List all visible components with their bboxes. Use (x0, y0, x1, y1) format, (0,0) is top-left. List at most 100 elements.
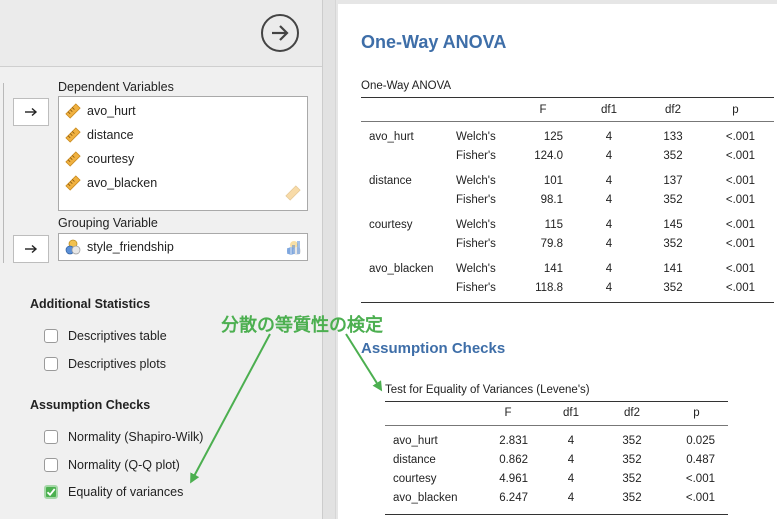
cell-test: Fisher's (456, 194, 496, 206)
cell-df1: 4 (567, 454, 575, 466)
descriptives-table-checkbox[interactable] (44, 329, 58, 343)
move-to-dependent-button[interactable] (13, 98, 49, 126)
column-header-df2: df2 (624, 407, 640, 419)
cell-p: <.001 (725, 263, 755, 275)
additional-statistics-heading: Additional Statistics (30, 297, 151, 311)
cell-p: <.001 (725, 238, 755, 250)
option-label: Normality (Shapiro-Wilk) (68, 430, 204, 444)
table-rule (361, 121, 774, 122)
cell-df2: 137 (663, 175, 683, 187)
column-header-p: p (732, 104, 739, 116)
grouping-variable-label: Grouping Variable (58, 216, 158, 230)
cell-test: Welch's (456, 263, 496, 275)
cell-df1: 4 (605, 238, 613, 250)
dependent-variable-item[interactable]: courtesy (65, 149, 134, 169)
cell-test: Fisher's (456, 282, 496, 294)
column-header-df1: df1 (563, 407, 579, 419)
run-analysis-button[interactable] (261, 14, 299, 52)
normality-shapiro-option[interactable]: Normality (Shapiro-Wilk) (44, 428, 203, 446)
dependent-variable-item[interactable]: avo_hurt (65, 101, 136, 121)
bar-chart-icon (286, 240, 302, 259)
option-label: Descriptives table (68, 329, 167, 343)
cell-df2: 141 (663, 263, 683, 275)
cell-df2: 352 (663, 282, 683, 294)
cell-df2: 352 (622, 454, 642, 466)
cell-test: Welch's (456, 175, 496, 187)
cell-test: Welch's (456, 131, 496, 143)
cell-df2: 352 (622, 492, 642, 504)
cell-test: Fisher's (456, 150, 496, 162)
levene-table-caption: Test for Equality of Variances (Levene's… (385, 384, 590, 396)
cell-df2: 352 (663, 194, 683, 206)
normality-shapiro-checkbox[interactable] (44, 430, 58, 444)
grouping-variable-name: style_friendship (87, 240, 174, 254)
cell-p: 0.025 (686, 435, 715, 447)
cell-f: 118.8 (535, 282, 563, 294)
table-rule (361, 302, 774, 303)
checkmark-icon (46, 488, 56, 497)
column-header-p: p (693, 407, 700, 419)
table-rule (385, 514, 728, 515)
table-rule (385, 401, 728, 402)
cell-df1: 4 (567, 435, 575, 447)
cell-df1: 4 (605, 131, 613, 143)
cell-p: <.001 (725, 219, 755, 231)
descriptives-table-option[interactable]: Descriptives table (44, 327, 167, 345)
normality-qq-option[interactable]: Normality (Q-Q plot) (44, 456, 180, 474)
equality-of-variances-option[interactable]: Equality of variances (44, 483, 183, 501)
nominal-variable-icon (65, 239, 81, 255)
grouping-variable-box[interactable]: style_friendship (58, 233, 308, 261)
cell-f: 115 (544, 219, 563, 231)
table-rule (361, 97, 774, 98)
cell-variable: courtesy (393, 473, 437, 485)
grouping-variable-item[interactable]: style_friendship (65, 237, 174, 257)
cell-f: 0.862 (499, 454, 528, 466)
cell-variable: courtesy (369, 219, 413, 231)
cell-p: <.001 (725, 131, 755, 143)
cell-f: 2.831 (499, 435, 528, 447)
cell-f: 4.961 (499, 473, 528, 485)
results-title: One-Way ANOVA (361, 32, 507, 52)
cell-f: 6.247 (499, 492, 528, 504)
option-label: Equality of variances (68, 485, 184, 499)
dependent-variables-box[interactable]: avo_hurt distance courtesy avo_blacken (58, 96, 308, 211)
dependent-variable-name: distance (87, 128, 134, 142)
cell-variable: avo_hurt (393, 435, 438, 447)
cell-df2: 133 (663, 131, 683, 143)
ruler-icon (65, 175, 81, 191)
cell-f: 125 (543, 131, 563, 143)
anova-table-caption: One-Way ANOVA (361, 80, 452, 92)
cell-df1: 4 (605, 150, 613, 162)
option-label: Normality (Q-Q plot) (68, 458, 180, 472)
dependent-variable-name: avo_hurt (87, 104, 136, 118)
dependent-variable-name: courtesy (87, 152, 135, 166)
descriptives-plots-checkbox[interactable] (44, 357, 58, 371)
move-right-arrow-icon (25, 244, 38, 254)
equality-of-variances-checkbox[interactable] (44, 485, 58, 499)
cell-f: 98.1 (540, 194, 563, 206)
cell-df1: 4 (605, 175, 613, 187)
cell-p: <.001 (685, 473, 715, 485)
normality-qq-checkbox[interactable] (44, 458, 58, 472)
move-to-grouping-button[interactable] (13, 235, 49, 263)
table-rule (385, 425, 728, 426)
annotation-label: 分散の等質性の検定 (221, 315, 383, 335)
variable-list-edge (0, 83, 4, 263)
descriptives-plots-option[interactable]: Descriptives plots (44, 355, 166, 373)
cell-df1: 4 (567, 473, 575, 485)
dependent-variable-item[interactable]: avo_blacken (65, 173, 157, 193)
cell-df1: 4 (605, 282, 613, 294)
cell-df1: 4 (605, 194, 613, 206)
options-header (0, 0, 322, 67)
panel-divider[interactable] (322, 0, 336, 519)
dependent-variable-item[interactable]: distance (65, 125, 134, 145)
cell-f: 79.8 (540, 238, 563, 250)
cell-df1: 4 (567, 492, 575, 504)
run-arrow-icon (272, 25, 289, 41)
cell-variable: avo_hurt (369, 131, 414, 143)
cell-variable: avo_blacken (393, 492, 458, 504)
cell-f: 101 (543, 175, 563, 187)
cell-test: Welch's (456, 219, 496, 231)
column-header-df1: df1 (601, 104, 617, 116)
cell-variable: distance (369, 175, 412, 187)
